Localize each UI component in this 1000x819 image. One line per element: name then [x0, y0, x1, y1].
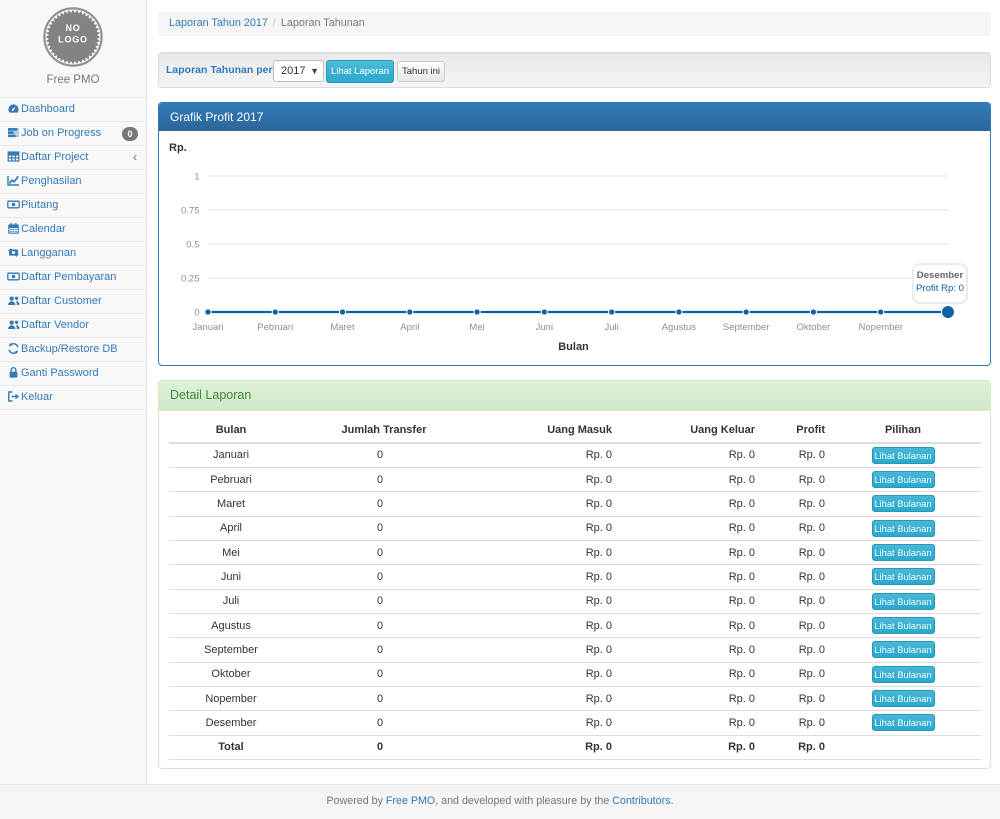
svg-text:Mei: Mei — [469, 322, 484, 333]
svg-text:Oktober: Oktober — [797, 322, 831, 333]
svg-text:1: 1 — [194, 172, 199, 183]
svg-text:Juni: Juni — [536, 322, 553, 333]
svg-text:0.75: 0.75 — [181, 206, 200, 217]
svg-text:0.5: 0.5 — [186, 240, 199, 251]
svg-text:LOGO: LOGO — [58, 35, 88, 45]
svg-text:April: April — [400, 322, 419, 333]
svg-text:Juli: Juli — [604, 322, 618, 333]
svg-text:0: 0 — [194, 308, 199, 319]
svg-text:Pebruari: Pebruari — [257, 322, 293, 333]
svg-text:0.25: 0.25 — [181, 274, 200, 285]
svg-text:Agustus: Agustus — [662, 322, 697, 333]
svg-text:NO: NO — [65, 23, 80, 33]
svg-text:Maret: Maret — [330, 322, 355, 333]
svg-text:September: September — [723, 322, 769, 333]
svg-text:Januari: Januari — [192, 322, 223, 333]
svg-text:Nopember: Nopember — [859, 322, 903, 333]
